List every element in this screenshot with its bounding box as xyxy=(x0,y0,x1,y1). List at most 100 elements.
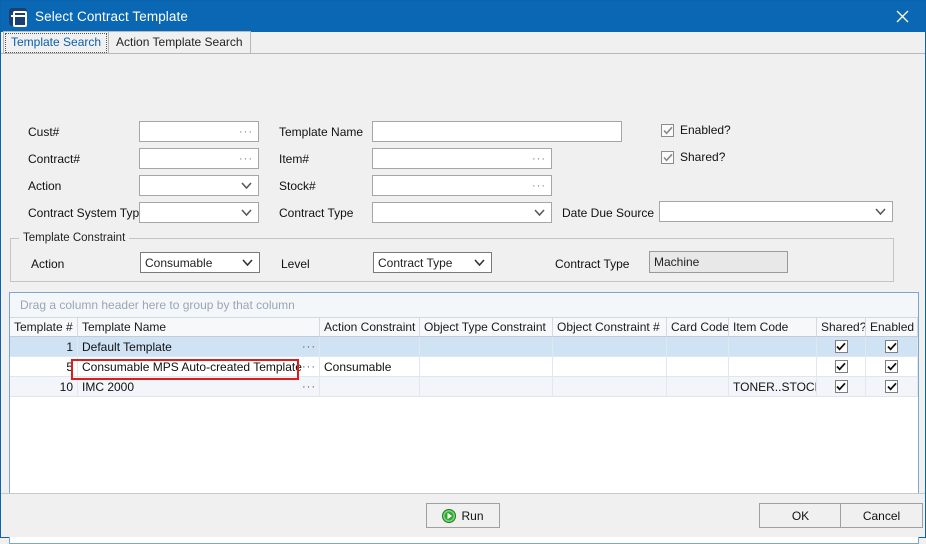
chevron-down-icon[interactable] xyxy=(875,208,890,215)
cell-object-constraint-number xyxy=(553,357,667,376)
cell-shared[interactable] xyxy=(817,357,866,376)
cell-object-type-constraint xyxy=(420,377,553,396)
cell-object-type-constraint xyxy=(420,357,553,376)
enabled-checkbox-cell[interactable] xyxy=(885,360,898,373)
cust-number-lookup-icon[interactable]: ··· xyxy=(239,127,256,137)
label-constraint-action: Action xyxy=(31,257,64,271)
table-row[interactable]: 5 Consumable MPS Auto-created Template ·… xyxy=(10,357,918,377)
cancel-button[interactable]: Cancel xyxy=(840,503,923,528)
constraint-contract-type-value: Machine xyxy=(652,255,699,269)
window-title: Select Contract Template xyxy=(35,9,188,24)
chevron-down-icon[interactable] xyxy=(242,259,257,266)
tab-template-search-label: Template Search xyxy=(11,35,101,49)
row-menu-icon[interactable]: ··· xyxy=(302,363,316,371)
group-by-drop-area[interactable]: Drag a column header here to group by th… xyxy=(10,293,918,318)
label-template-name: Template Name xyxy=(279,125,363,139)
enabled-checkbox-label: Enabled? xyxy=(680,123,731,137)
column-header-item-code[interactable]: Item Code xyxy=(729,318,817,336)
cell-template-number: 1 xyxy=(10,337,78,356)
column-header-enabled[interactable]: Enabled ? xyxy=(866,318,918,336)
chevron-down-icon[interactable] xyxy=(474,259,489,266)
cell-enabled[interactable] xyxy=(866,337,918,356)
cell-enabled[interactable] xyxy=(866,357,918,376)
dialog-content: Cust# Contract# Action Contract System T… xyxy=(1,54,925,537)
cell-template-name-text: Consumable MPS Auto-created Template xyxy=(82,360,302,374)
label-stock-number: Stock# xyxy=(279,179,316,193)
constraint-contract-type-value-field: Machine xyxy=(649,251,788,273)
cell-object-constraint-number xyxy=(553,337,667,356)
cell-card-code xyxy=(667,337,729,356)
column-header-action-constraint[interactable]: Action Constraint xyxy=(320,318,420,336)
action-combo[interactable] xyxy=(139,175,259,196)
column-header-object-constraint-number[interactable]: Object Constraint # xyxy=(553,318,667,336)
contract-type-combo[interactable] xyxy=(372,202,552,223)
label-contract-type: Contract Type xyxy=(279,206,353,220)
constraint-level-combo[interactable]: Contract Type xyxy=(373,252,492,273)
column-header-template-name[interactable]: Template Name xyxy=(78,318,320,336)
enabled-checkbox-cell[interactable] xyxy=(885,380,898,393)
title-bar: Select Contract Template xyxy=(1,1,925,32)
column-header-card-code[interactable]: Card Code xyxy=(667,318,729,336)
contract-number-input[interactable]: ··· xyxy=(139,148,259,169)
enabled-checkbox-cell[interactable] xyxy=(885,340,898,353)
shared-checkbox-cell[interactable] xyxy=(835,360,848,373)
chevron-down-icon[interactable] xyxy=(241,209,256,216)
ok-button-label: OK xyxy=(792,509,809,523)
label-item-number: Item# xyxy=(279,152,309,166)
cell-item-code xyxy=(729,357,817,376)
close-icon[interactable] xyxy=(879,1,925,32)
label-constraint-contract-type: Contract Type xyxy=(555,257,629,271)
template-name-input[interactable] xyxy=(372,121,622,142)
cell-action-constraint xyxy=(320,377,420,396)
shared-checkbox[interactable]: Shared? xyxy=(661,150,725,164)
stock-number-input[interactable]: ··· xyxy=(372,175,552,196)
row-menu-icon[interactable]: ··· xyxy=(302,343,316,351)
contract-system-type-combo[interactable] xyxy=(139,202,259,223)
stock-number-lookup-icon[interactable]: ··· xyxy=(532,181,549,191)
constraint-level-value: Contract Type xyxy=(376,256,452,270)
cust-number-input[interactable]: ··· xyxy=(139,121,259,142)
cell-template-number: 10 xyxy=(10,377,78,396)
item-number-lookup-icon[interactable]: ··· xyxy=(532,154,549,164)
row-menu-icon[interactable]: ··· xyxy=(302,383,316,391)
group-by-hint: Drag a column header here to group by th… xyxy=(20,298,295,312)
cell-shared[interactable] xyxy=(817,337,866,356)
cell-template-name-text: Default Template xyxy=(82,340,172,354)
tab-template-search[interactable]: Template Search xyxy=(3,31,109,53)
column-header-template-number[interactable]: Template # xyxy=(10,318,78,336)
cell-template-name: Default Template ··· xyxy=(78,337,320,356)
dialog-footer: Run OK Cancel xyxy=(1,493,925,537)
tab-strip: Template Search Action Template Search xyxy=(1,32,925,54)
contract-number-lookup-icon[interactable]: ··· xyxy=(239,154,256,164)
shared-checkbox-cell[interactable] xyxy=(835,340,848,353)
search-form: Cust# Contract# Action Contract System T… xyxy=(1,54,925,174)
cancel-button-label: Cancel xyxy=(863,509,900,523)
enabled-checkbox[interactable]: Enabled? xyxy=(661,123,731,137)
label-cust-number: Cust# xyxy=(28,125,59,139)
table-row[interactable]: 10 IMC 2000 ··· TONER..STOCK xyxy=(10,377,918,397)
checkbox-box xyxy=(661,151,674,164)
column-header-object-type-constraint[interactable]: Object Type Constraint xyxy=(420,318,553,336)
date-due-source-combo[interactable] xyxy=(659,201,893,222)
cell-item-code xyxy=(729,337,817,356)
ok-button[interactable]: OK xyxy=(759,503,842,528)
tab-action-template-search[interactable]: Action Template Search xyxy=(108,31,251,53)
cell-item-code: TONER..STOCK xyxy=(729,377,817,396)
table-row[interactable]: 1 Default Template ··· xyxy=(10,337,918,357)
checkbox-box xyxy=(661,124,674,137)
item-number-input[interactable]: ··· xyxy=(372,148,552,169)
label-contract-number: Contract# xyxy=(28,152,80,166)
cell-enabled[interactable] xyxy=(866,377,918,396)
run-button[interactable]: Run xyxy=(426,503,500,528)
cell-shared[interactable] xyxy=(817,377,866,396)
constraint-action-combo[interactable]: Consumable xyxy=(140,252,260,273)
contract-template-icon xyxy=(9,8,27,26)
shared-checkbox-cell[interactable] xyxy=(835,380,848,393)
cell-template-name: IMC 2000 ··· xyxy=(78,377,320,396)
chevron-down-icon[interactable] xyxy=(241,182,256,189)
cell-template-number: 5 xyxy=(10,357,78,376)
column-header-shared[interactable]: Shared? xyxy=(817,318,866,336)
chevron-down-icon[interactable] xyxy=(534,209,549,216)
cell-template-name: Consumable MPS Auto-created Template ··· xyxy=(78,357,320,376)
constraint-action-value: Consumable xyxy=(143,256,212,270)
